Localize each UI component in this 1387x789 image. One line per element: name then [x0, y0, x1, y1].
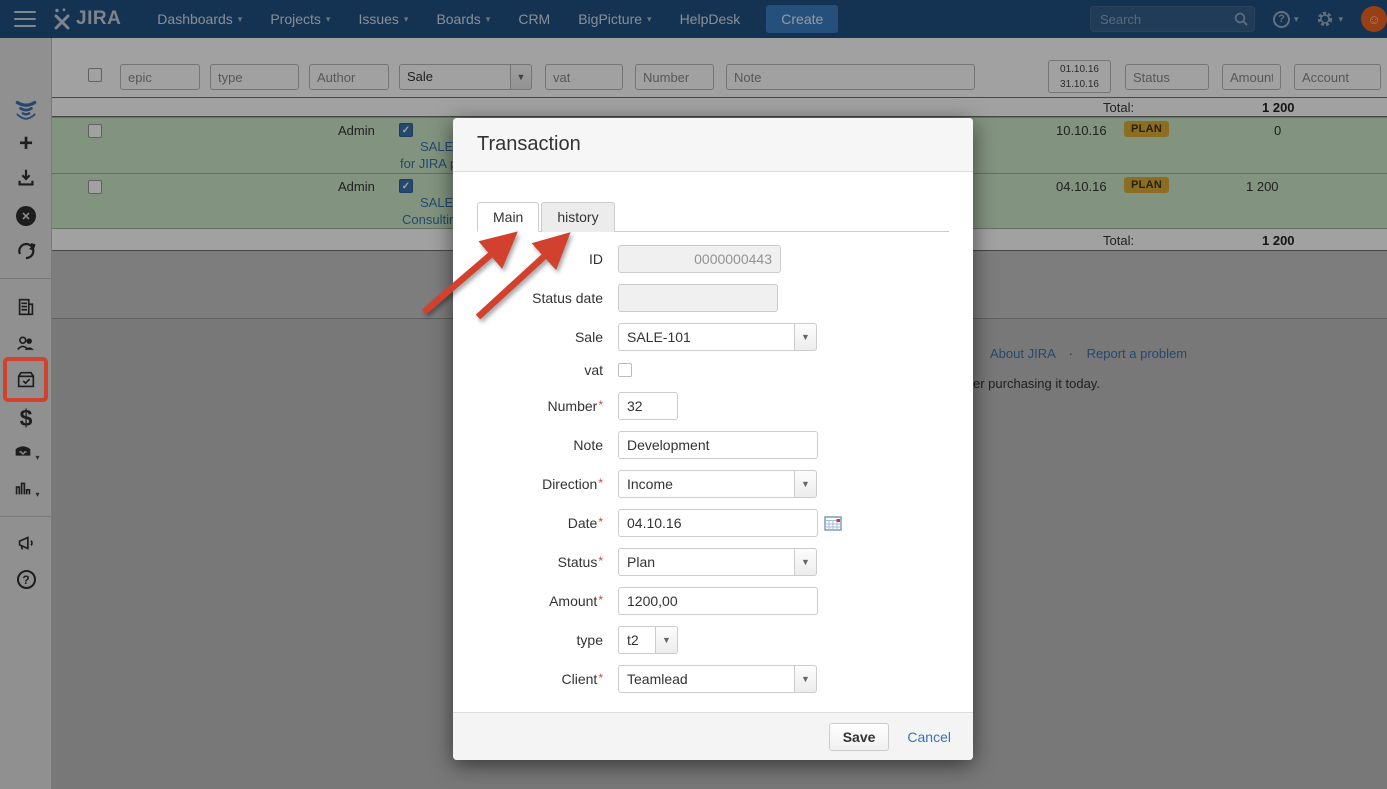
- chevron-down-icon[interactable]: ▼: [656, 626, 678, 654]
- id-field: [618, 245, 781, 273]
- client-select[interactable]: ▼: [618, 665, 817, 693]
- field-row-status: Status* ▼: [477, 548, 949, 576]
- required-mark: *: [598, 593, 603, 607]
- direction-select-value[interactable]: [618, 470, 795, 498]
- number-field[interactable]: [618, 392, 678, 420]
- sale-select[interactable]: ▼: [618, 323, 817, 351]
- annotation-arrows: [405, 222, 590, 332]
- field-label: Client*: [477, 671, 603, 687]
- required-mark: *: [598, 515, 603, 529]
- client-select-value[interactable]: [618, 665, 795, 693]
- calendar-icon[interactable]: [824, 515, 842, 531]
- status-select-value[interactable]: [618, 548, 795, 576]
- chevron-down-icon[interactable]: ▼: [795, 665, 817, 693]
- dialog-header: Transaction: [453, 118, 973, 172]
- save-button[interactable]: Save: [829, 723, 890, 751]
- required-mark: *: [598, 671, 603, 685]
- chevron-down-icon[interactable]: ▼: [795, 323, 817, 351]
- field-label: Date*: [477, 515, 603, 531]
- chevron-down-icon[interactable]: ▼: [795, 470, 817, 498]
- note-field[interactable]: [618, 431, 818, 459]
- field-row-client: Client* ▼: [477, 665, 949, 693]
- required-mark: *: [598, 476, 603, 490]
- type-select-value[interactable]: [618, 626, 656, 654]
- cancel-link[interactable]: Cancel: [907, 729, 951, 745]
- screen: JIRA Dashboards▾ Projects▾ Issues▾ Board…: [0, 0, 1387, 789]
- date-field[interactable]: [618, 509, 818, 537]
- dialog-footer: Save Cancel: [453, 712, 973, 760]
- sale-select-value[interactable]: [618, 323, 795, 351]
- field-row-type: type ▼: [477, 626, 949, 654]
- chevron-down-icon[interactable]: ▼: [795, 548, 817, 576]
- transaction-dialog: Transaction Main history ID Status date …: [453, 118, 973, 760]
- field-label: Direction*: [477, 476, 603, 492]
- status-date-field: [618, 284, 778, 312]
- required-mark: *: [598, 554, 603, 568]
- field-label: type: [477, 632, 603, 648]
- dialog-title: Transaction: [477, 133, 581, 156]
- field-label: Number*: [477, 398, 603, 414]
- field-row-date: Date*: [477, 509, 949, 537]
- required-mark: *: [598, 398, 603, 412]
- field-row-direction: Direction* ▼: [477, 470, 949, 498]
- field-row-vat: vat: [477, 362, 949, 378]
- field-label: Amount*: [477, 593, 603, 609]
- field-row-note: Note: [477, 431, 949, 459]
- vat-checkbox[interactable]: [618, 363, 632, 377]
- amount-field[interactable]: [618, 587, 818, 615]
- field-label: Note: [477, 437, 603, 453]
- annotation-highlight-box: [3, 357, 48, 402]
- field-label: Status*: [477, 554, 603, 570]
- field-label: vat: [477, 362, 603, 378]
- status-select[interactable]: ▼: [618, 548, 817, 576]
- direction-select[interactable]: ▼: [618, 470, 817, 498]
- field-row-amount: Amount*: [477, 587, 949, 615]
- field-row-number: Number*: [477, 392, 949, 420]
- type-select[interactable]: ▼: [618, 626, 678, 654]
